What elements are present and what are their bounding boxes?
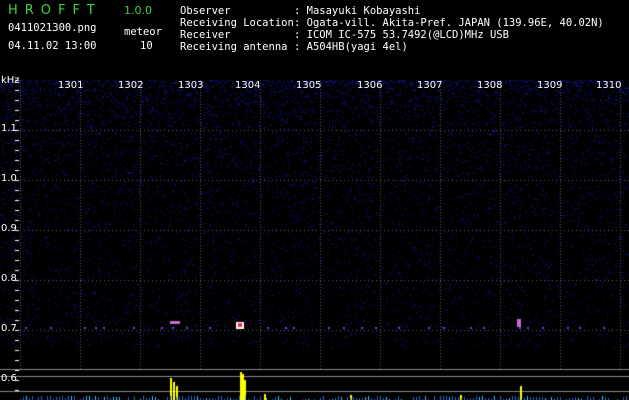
freq-tick-label: 1.0 — [1, 173, 17, 184]
observer-value: : Masayuki Kobayashi — [294, 5, 421, 17]
location-value: : Ogata-vill. Akita-Pref. JAPAN (139.96E… — [294, 17, 604, 29]
app-title: HROFFT — [8, 3, 102, 18]
time-tick-label: 1310 — [596, 80, 622, 91]
time-tick-label: 1303 — [178, 80, 204, 91]
freq-tick-label: 0.7 — [1, 323, 17, 334]
freq-tick-label: 0.8 — [1, 273, 17, 284]
time-tick-label: 1307 — [417, 80, 443, 91]
time-tick-label: 1302 — [118, 80, 144, 91]
time-tick-label: 1309 — [537, 80, 563, 91]
file-datetime: 04.11.02 13:00 — [8, 40, 97, 52]
antenna-label: Receiving antenna — [180, 41, 288, 53]
frequency-unit-label: kHz — [1, 75, 20, 86]
receiver-value: : ICOM IC-575 53.7492(@LCD)MHz USB — [294, 29, 509, 41]
antenna-value: : A504HB(yagi 4el) — [294, 41, 408, 53]
observer-label: Observer — [180, 5, 231, 17]
receiver-label: Receiver — [180, 29, 231, 41]
freq-tick-label: 0.9 — [1, 223, 17, 234]
time-tick-label: 1305 — [296, 80, 322, 91]
time-tick-label: 1306 — [357, 80, 383, 91]
meteor-count: 10 — [140, 40, 153, 52]
time-tick-label: 1304 — [235, 80, 261, 91]
app-version: 1.0.0 — [124, 4, 152, 17]
freq-tick-label: 1.1 — [1, 123, 17, 134]
meteor-label: meteor — [124, 26, 162, 38]
file-name: 0411021300.png — [8, 22, 97, 34]
time-tick-label: 1308 — [477, 80, 503, 91]
spectrogram-canvas — [0, 72, 629, 400]
freq-tick-label: 0.6 — [1, 373, 17, 384]
time-tick-label: 1301 — [58, 80, 84, 91]
location-label: Receiving Location — [180, 17, 294, 29]
header-panel: HROFFT 1.0.0 0411021300.png 04.11.02 13:… — [0, 0, 629, 72]
